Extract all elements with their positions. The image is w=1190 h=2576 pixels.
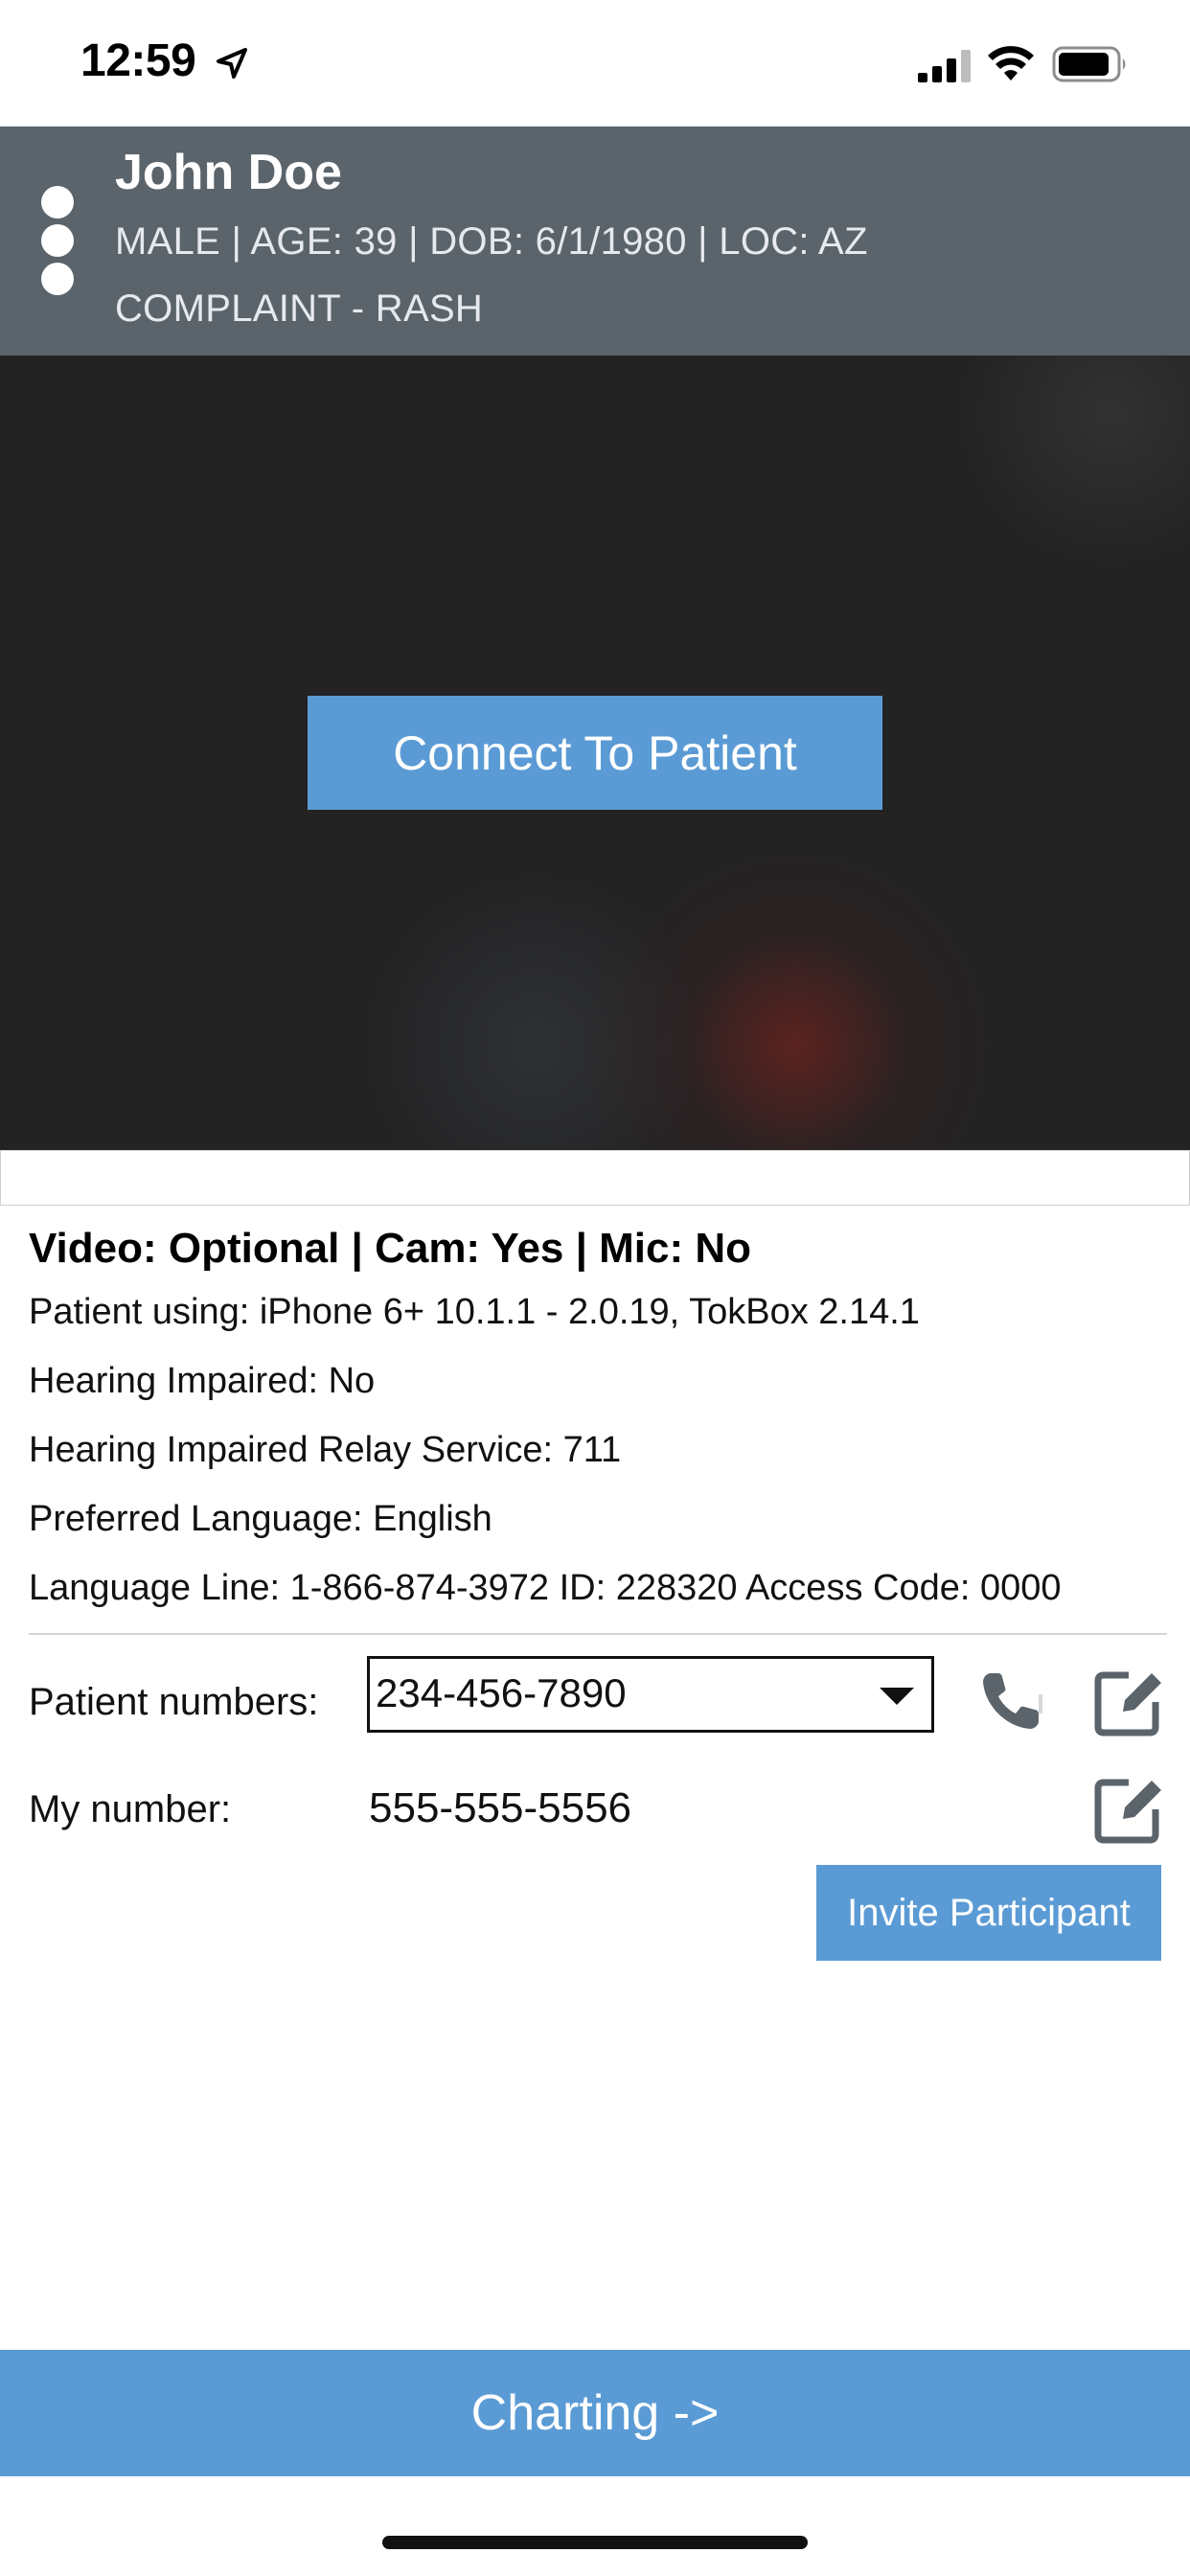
cellular-signal-icon <box>918 50 971 82</box>
patient-number-select[interactable]: 234-456-7890 <box>367 1656 934 1733</box>
my-number-value: 555-555-5556 <box>369 1784 632 1831</box>
patient-complaint: COMPLAINT - RASH <box>115 288 484 330</box>
telehealth-screen: 12:59 John Doe MALE | AGE: 39 | DOB: 6/1… <box>0 0 1190 2576</box>
edit-my-number-icon[interactable] <box>1094 1773 1165 1844</box>
video-status: Video: Optional | Cam: Yes | Mic: No <box>29 1225 752 1272</box>
patient-header: John Doe MALE | AGE: 39 | DOB: 6/1/1980 … <box>0 126 1190 356</box>
hearing-impaired-info: Hearing Impaired: No <box>29 1361 376 1401</box>
wifi-icon <box>988 46 1034 80</box>
more-options-icon[interactable] <box>38 186 77 295</box>
relay-service-info: Hearing Impaired Relay Service: 711 <box>29 1430 622 1470</box>
phone-call-icon[interactable] <box>977 1666 1046 1735</box>
language-line-info: Language Line: 1-866-874-3972 ID: 228320… <box>29 1568 1062 1608</box>
patient-name: John Doe <box>115 145 342 200</box>
status-time: 12:59 <box>80 35 196 86</box>
status-bar: 12:59 <box>0 0 1190 126</box>
home-indicator[interactable] <box>382 2536 808 2549</box>
invite-participant-button[interactable]: Invite Participant <box>816 1865 1161 1961</box>
my-number-label: My number: <box>29 1788 232 1830</box>
video-controls-strip <box>0 1150 1190 1206</box>
patient-demographics: MALE | AGE: 39 | DOB: 6/1/1980 | LOC: AZ <box>115 220 868 263</box>
charting-button[interactable]: Charting -> <box>0 2350 1190 2476</box>
location-arrow-icon <box>217 48 247 79</box>
connect-to-patient-button[interactable]: Connect To Patient <box>308 696 882 810</box>
preferred-language-info: Preferred Language: English <box>29 1499 492 1539</box>
chevron-down-icon <box>880 1688 914 1705</box>
patient-numbers-label: Patient numbers: <box>29 1681 319 1723</box>
patient-number-selected: 234-456-7890 <box>376 1670 627 1715</box>
patient-device-info: Patient using: iPhone 6+ 10.1.1 - 2.0.19… <box>29 1292 920 1332</box>
divider <box>29 1633 1167 1635</box>
battery-icon <box>1052 46 1126 82</box>
edit-patient-number-icon[interactable] <box>1094 1666 1165 1736</box>
video-area: Connect To Patient <box>0 356 1190 1150</box>
